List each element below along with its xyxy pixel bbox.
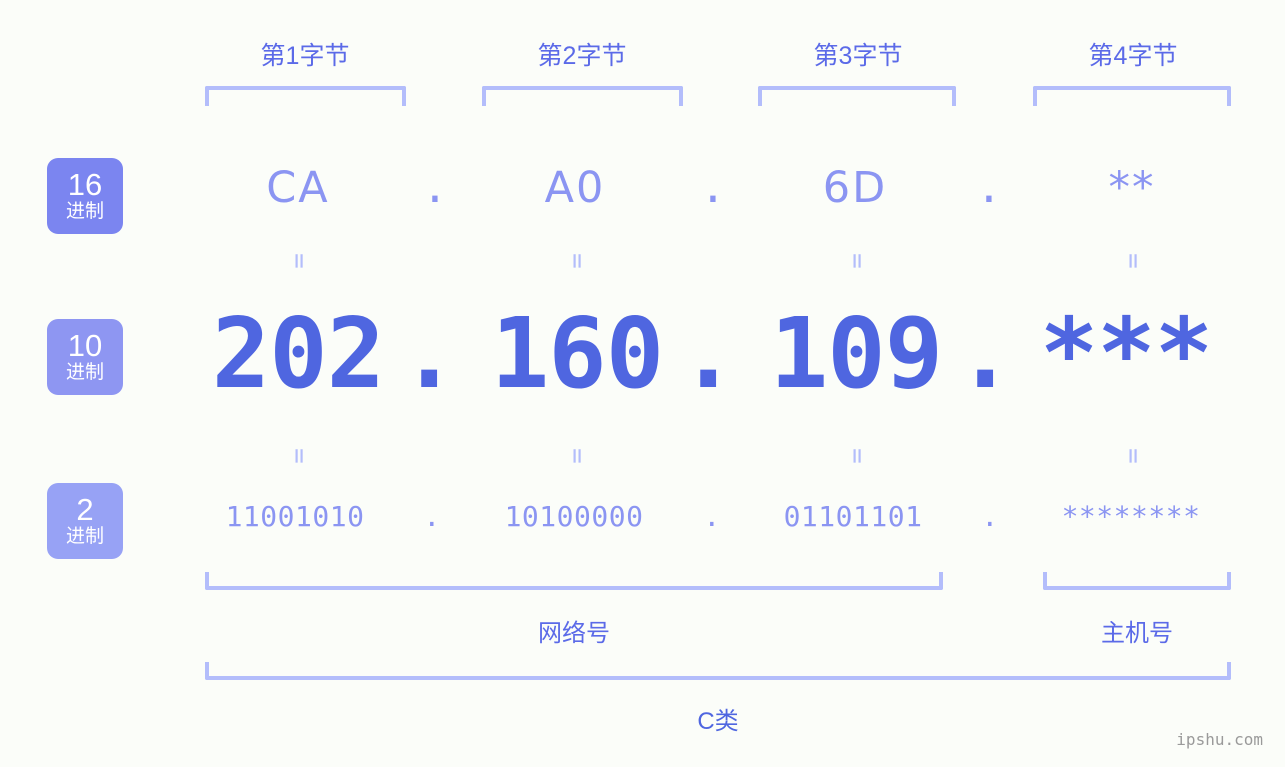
hex-byte-2: A0 [544, 163, 606, 213]
hex-separator-1: . [422, 163, 448, 213]
legend-badge-decimal-system: 进制 [65, 362, 104, 383]
binary-byte-2: 10100000 [504, 500, 644, 533]
legend-badge-hex-system: 进制 [65, 201, 104, 222]
equals-icon-hex-dec-3: = [842, 253, 872, 269]
decimal-byte-1: 202 [211, 297, 385, 410]
byte-bracket-1 [205, 86, 406, 106]
watermark: ipshu.com [1176, 730, 1263, 749]
legend-badge-decimal-number: 10 [67, 328, 103, 363]
network-bracket [205, 572, 943, 590]
binary-separator-2: . [703, 500, 721, 533]
equals-icon-dec-bin-1: = [284, 448, 314, 464]
hex-byte-4: ** [1108, 163, 1156, 213]
decimal-separator-1: . [400, 297, 458, 410]
class-bracket [205, 662, 1231, 680]
host-bracket [1043, 572, 1231, 590]
hex-separator-3: . [976, 163, 1002, 213]
legend-badge-binary-number: 2 [76, 492, 94, 527]
byte-bracket-3 [758, 86, 956, 106]
binary-byte-3: 01101101 [783, 500, 923, 533]
byte-label-2: 第2字节 [537, 42, 627, 70]
binary-separator-1: . [423, 500, 441, 533]
binary-byte-1: 11001010 [225, 500, 365, 533]
hex-byte-1: CA [266, 163, 330, 213]
byte-label-1: 第1字节 [260, 42, 350, 70]
binary-byte-4: ******** [1061, 500, 1201, 533]
legend-badge-binary-system: 进制 [65, 526, 104, 547]
decimal-separator-2: . [679, 297, 737, 410]
host-label: 主机号 [1101, 620, 1173, 647]
legend-badge-decimal: 10 进制 [47, 319, 123, 395]
decimal-byte-3: 109 [769, 297, 943, 410]
hex-byte-3: 6D [822, 163, 888, 213]
byte-label-4: 第4字节 [1088, 42, 1178, 70]
decimal-byte-4: *** [1039, 297, 1213, 410]
legend-badge-hex-number: 16 [67, 167, 103, 202]
byte-label-3: 第3字节 [813, 42, 903, 70]
byte-bracket-4 [1033, 86, 1231, 106]
legend-badge-hex: 16 进制 [47, 158, 123, 234]
ip-address-diagram: 第1字节 第2字节 第3字节 第4字节 16 进制 10 进制 2 进制 CA … [0, 0, 1285, 767]
equals-icon-dec-bin-3: = [842, 448, 872, 464]
byte-bracket-2 [482, 86, 683, 106]
legend-badge-binary: 2 进制 [47, 483, 123, 559]
class-label: C类 [697, 708, 739, 735]
hex-separator-2: . [700, 163, 726, 213]
equals-icon-hex-dec-2: = [562, 253, 592, 269]
network-label: 网络号 [538, 620, 610, 647]
equals-icon-dec-bin-2: = [562, 448, 592, 464]
equals-icon-hex-dec-4: = [1118, 253, 1148, 269]
equals-icon-dec-bin-4: = [1118, 448, 1148, 464]
equals-icon-hex-dec-1: = [284, 253, 314, 269]
binary-separator-3: . [981, 500, 999, 533]
decimal-byte-2: 160 [490, 297, 664, 410]
decimal-separator-3: . [956, 297, 1014, 410]
